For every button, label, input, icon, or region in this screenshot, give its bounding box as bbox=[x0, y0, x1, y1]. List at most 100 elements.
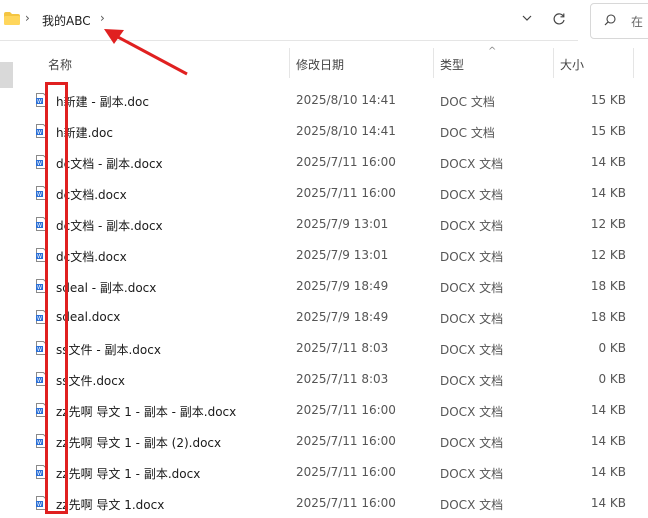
svg-text:W: W bbox=[37, 440, 42, 446]
file-row[interactable]: Wh新建.doc 2025/8/10 14:41 DOC 文档 15 KB bbox=[0, 116, 640, 147]
breadcrumb-separator-after[interactable]: › bbox=[100, 11, 105, 25]
file-explorer-window: › 我的ABC › 在 名称 修改日期 类型 ^ 大小 Wh新建 - 副本.do… bbox=[0, 0, 648, 518]
column-header-modified[interactable]: 修改日期 bbox=[290, 48, 432, 78]
file-row[interactable]: Wss文件.docx 2025/7/11 8:03 DOCX 文档 0 KB bbox=[0, 364, 640, 395]
column-header-type-label: 类型 bbox=[440, 58, 465, 72]
file-type: DOCX 文档 bbox=[440, 312, 504, 326]
file-type: DOCX 文档 bbox=[440, 374, 504, 388]
file-row[interactable]: Wzz先啊 导文 1 - 副本.docx 2025/7/11 16:00 DOCX … bbox=[0, 457, 640, 488]
search-box[interactable]: 在 bbox=[590, 3, 648, 39]
file-name: zz先啊 导文 1 - 副本 - 副本.docx bbox=[56, 405, 237, 419]
file-size: 12 KB bbox=[590, 217, 626, 231]
file-size: 14 KB bbox=[590, 496, 626, 510]
breadcrumb-item[interactable]: 我的ABC bbox=[42, 12, 91, 29]
file-name: sdeal - 副本.docx bbox=[56, 281, 157, 295]
file-modified-date: 2025/7/11 16:00 bbox=[296, 434, 396, 448]
file-row[interactable]: Wdc文档 - 副本.docx 2025/7/9 13:01 DOCX 文档 12 K… bbox=[0, 209, 640, 240]
file-size: 0 KB bbox=[598, 372, 626, 386]
file-type: DOCX 文档 bbox=[440, 405, 504, 419]
file-row[interactable]: Wzz先啊 导文 1 - 副本 (2).docx 2025/7/11 16:00 D… bbox=[0, 426, 640, 457]
file-row[interactable]: Wzz先啊 导文 1.docx 2025/7/11 16:00 DOCX 文档 14 … bbox=[0, 488, 640, 518]
address-bar[interactable]: › 我的ABC › bbox=[0, 0, 578, 41]
file-modified-date: 2025/7/11 16:00 bbox=[296, 155, 396, 169]
file-type: DOC 文档 bbox=[440, 95, 495, 109]
refresh-icon[interactable] bbox=[552, 12, 566, 26]
file-type: DOCX 文档 bbox=[440, 188, 504, 202]
file-type: DOC 文档 bbox=[440, 126, 495, 140]
file-name: sdeal.docx bbox=[56, 310, 121, 324]
word-document-icon: W bbox=[36, 465, 47, 479]
file-type: DOCX 文档 bbox=[440, 467, 504, 481]
svg-text:W: W bbox=[37, 161, 42, 167]
file-name: dc文档 - 副本.docx bbox=[56, 157, 163, 171]
file-name: dc文档 - 副本.docx bbox=[56, 219, 163, 233]
folder-icon bbox=[4, 12, 20, 25]
svg-text:W: W bbox=[37, 502, 42, 508]
file-modified-date: 2025/7/9 13:01 bbox=[296, 248, 389, 262]
column-header-size[interactable]: 大小 bbox=[554, 48, 632, 78]
file-size: 14 KB bbox=[590, 403, 626, 417]
file-row[interactable]: Wdc文档.docx 2025/7/9 13:01 DOCX 文档 12 KB bbox=[0, 240, 640, 271]
file-modified-date: 2025/7/11 16:00 bbox=[296, 465, 396, 479]
file-name: h新建 - 副本.doc bbox=[56, 95, 149, 109]
file-modified-date: 2025/7/11 8:03 bbox=[296, 341, 389, 355]
file-size: 12 KB bbox=[590, 248, 626, 262]
column-header-name-label: 名称 bbox=[48, 58, 73, 72]
file-modified-date: 2025/7/11 16:00 bbox=[296, 186, 396, 200]
file-type: DOCX 文档 bbox=[440, 281, 504, 295]
word-document-icon: W bbox=[36, 496, 47, 510]
file-type: DOCX 文档 bbox=[440, 343, 504, 357]
file-type: DOCX 文档 bbox=[440, 250, 504, 264]
word-document-icon: W bbox=[36, 310, 47, 324]
file-size: 0 KB bbox=[598, 341, 626, 355]
file-modified-date: 2025/7/9 18:49 bbox=[296, 310, 389, 324]
file-row[interactable]: Wsdeal.docx 2025/7/9 18:49 DOCX 文档 18 KB bbox=[0, 302, 640, 333]
file-size: 18 KB bbox=[590, 279, 626, 293]
column-header-modified-label: 修改日期 bbox=[296, 58, 345, 72]
file-modified-date: 2025/7/11 16:00 bbox=[296, 496, 396, 510]
chevron-down-icon[interactable] bbox=[521, 12, 533, 24]
search-icon bbox=[604, 14, 616, 26]
file-name: h新建.doc bbox=[56, 126, 113, 140]
file-name: ss文件 - 副本.docx bbox=[56, 343, 161, 357]
file-size: 18 KB bbox=[590, 310, 626, 324]
file-modified-date: 2025/7/9 13:01 bbox=[296, 217, 389, 231]
file-row[interactable]: Wss文件 - 副本.docx 2025/7/11 8:03 DOCX 文档 0 KB bbox=[0, 333, 640, 364]
file-row[interactable]: Wdc文档.docx 2025/7/11 16:00 DOCX 文档 14 KB bbox=[0, 178, 640, 209]
file-modified-date: 2025/7/9 18:49 bbox=[296, 279, 389, 293]
file-type: DOCX 文档 bbox=[440, 436, 504, 450]
word-document-icon: W bbox=[36, 217, 47, 231]
svg-text:W: W bbox=[37, 471, 42, 477]
file-size: 15 KB bbox=[590, 124, 626, 138]
file-row[interactable]: Wdc文档 - 副本.docx 2025/7/11 16:00 DOCX 文档 14 … bbox=[0, 147, 640, 178]
word-document-icon: W bbox=[36, 434, 47, 448]
file-row[interactable]: Wsdeal - 副本.docx 2025/7/9 18:49 DOCX 文档 18 … bbox=[0, 271, 640, 302]
word-document-icon: W bbox=[36, 248, 47, 262]
file-modified-date: 2025/8/10 14:41 bbox=[296, 93, 396, 107]
word-document-icon: W bbox=[36, 124, 47, 138]
file-size: 14 KB bbox=[590, 465, 626, 479]
svg-text:W: W bbox=[37, 192, 42, 198]
file-row[interactable]: Wh新建 - 副本.doc 2025/8/10 14:41 DOC 文档 15 KB bbox=[0, 85, 640, 116]
column-divider[interactable] bbox=[633, 48, 634, 78]
svg-text:W: W bbox=[37, 316, 42, 322]
search-placeholder: 在 bbox=[631, 15, 644, 29]
svg-text:W: W bbox=[37, 254, 42, 260]
sort-ascending-icon: ^ bbox=[488, 46, 497, 57]
breadcrumb-separator[interactable]: › bbox=[25, 11, 30, 25]
column-header-name[interactable]: 名称 bbox=[46, 48, 288, 78]
file-name: zz先啊 导文 1.docx bbox=[56, 498, 165, 512]
file-type: DOCX 文档 bbox=[440, 219, 504, 233]
file-row[interactable]: Wzz先啊 导文 1 - 副本 - 副本.docx 2025/7/11 16:00… bbox=[0, 395, 640, 426]
file-size: 15 KB bbox=[590, 93, 626, 107]
column-header-size-label: 大小 bbox=[560, 58, 585, 72]
svg-text:W: W bbox=[37, 285, 42, 291]
svg-text:W: W bbox=[37, 378, 42, 384]
svg-text:W: W bbox=[37, 223, 42, 229]
word-document-icon: W bbox=[36, 279, 47, 293]
word-document-icon: W bbox=[36, 372, 47, 386]
word-document-icon: W bbox=[36, 403, 47, 417]
file-modified-date: 2025/8/10 14:41 bbox=[296, 124, 396, 138]
file-name: dc文档.docx bbox=[56, 188, 127, 202]
svg-text:W: W bbox=[37, 99, 42, 105]
